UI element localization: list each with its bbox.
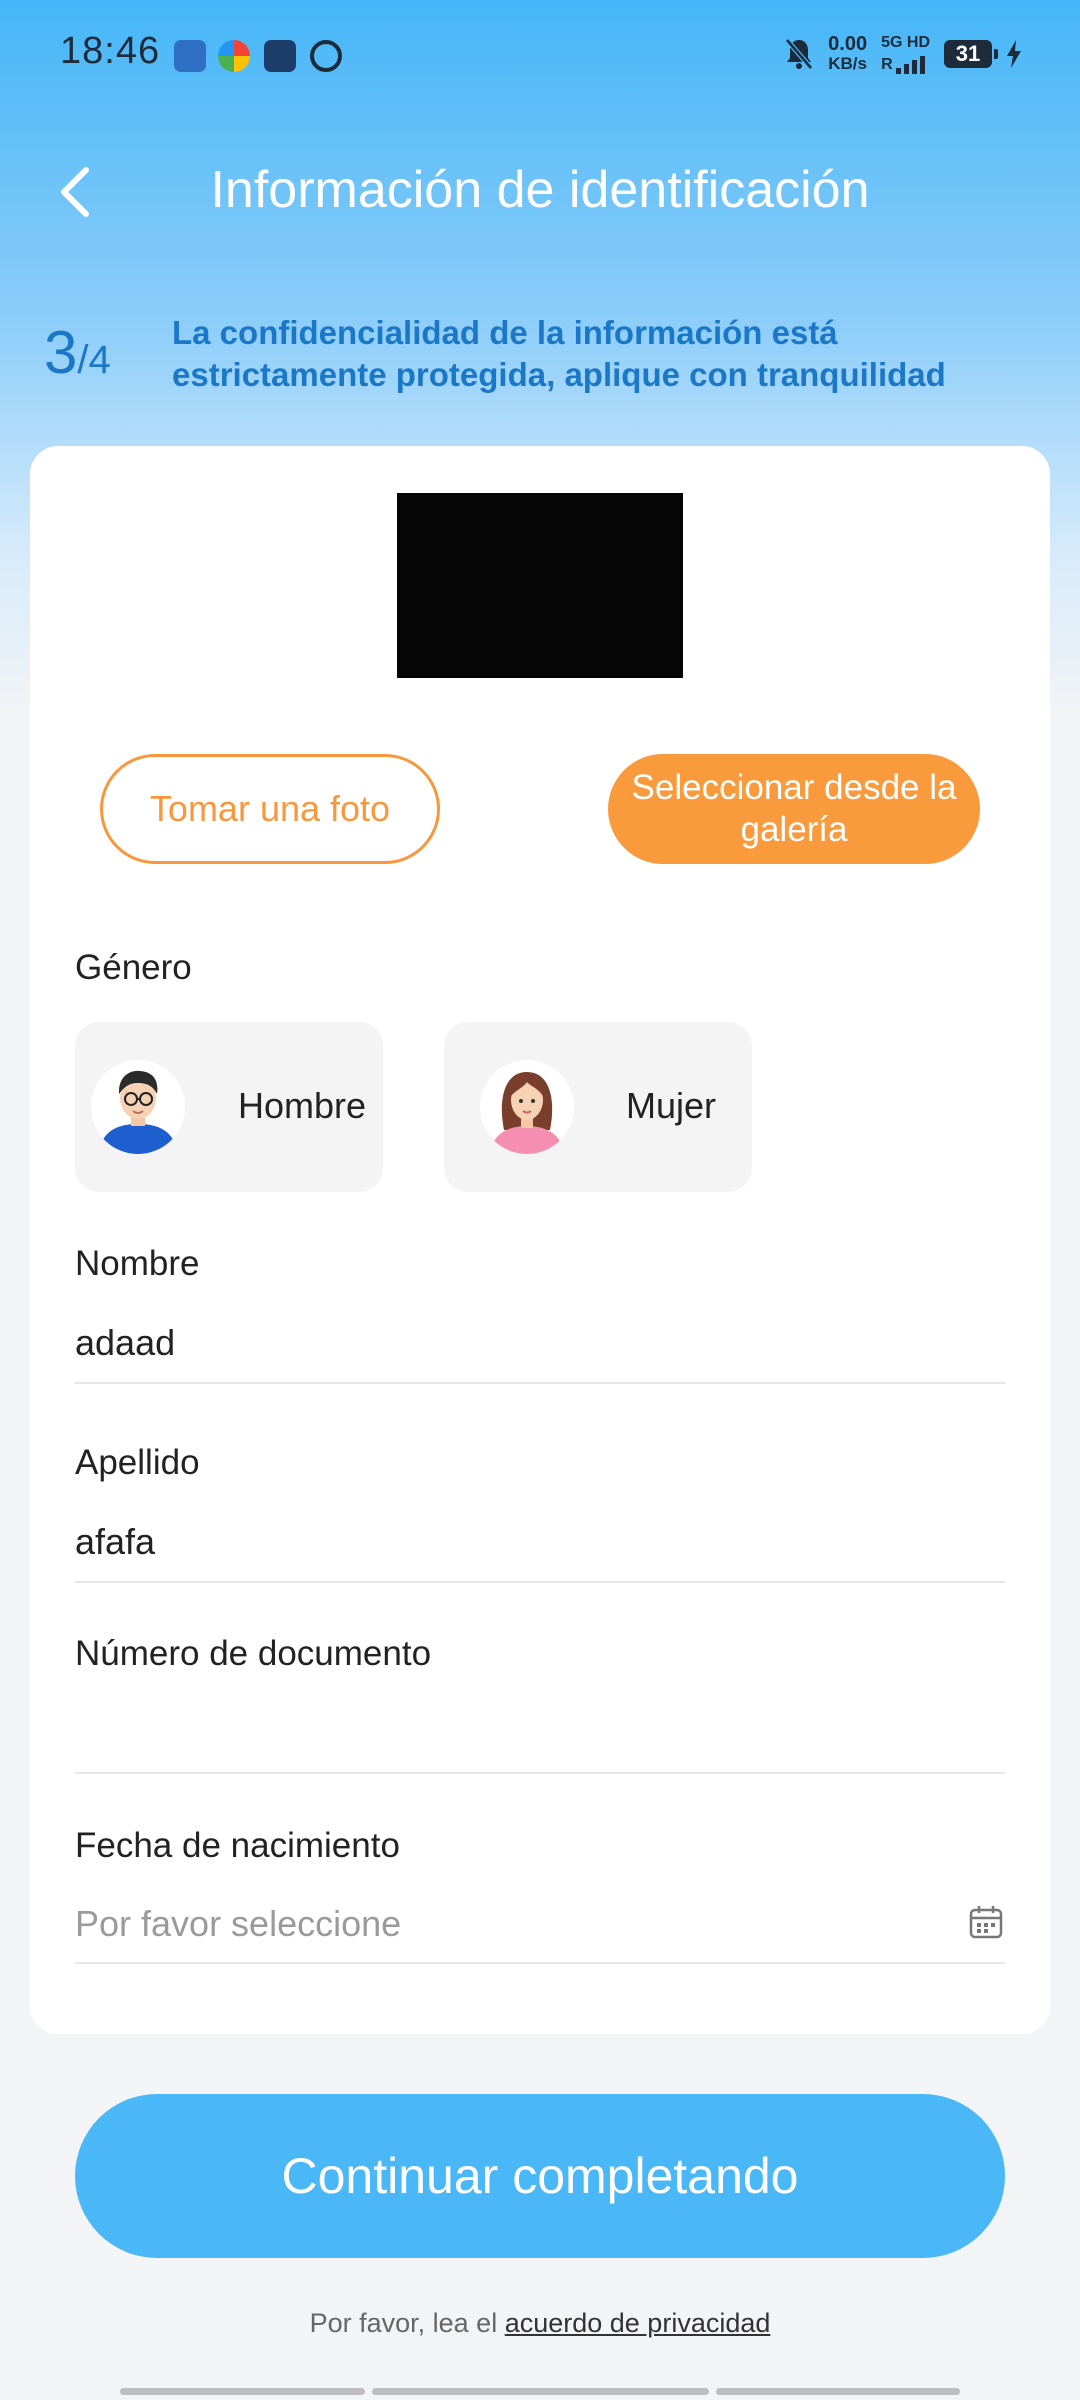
calendar-icon[interactable] [968,1904,1004,1945]
gender-option-male[interactable]: Hombre [75,1022,383,1192]
first-name-input[interactable]: adaad [75,1322,175,1364]
document-number-input[interactable] [75,1710,1005,1760]
nav-handle-left[interactable] [120,2388,365,2395]
last-name-underline [75,1581,1005,1583]
net-speed: 0.00 KB/s [828,33,868,73]
document-number-underline [75,1772,1005,1774]
app-notification-icon [174,40,206,72]
birth-date-label: Fecha de nacimiento [75,1826,400,1865]
privacy-agreement-link[interactable]: acuerdo de privacidad [505,2308,771,2338]
first-name-label: Nombre [75,1244,200,1283]
privacy-notice: La confidencialidad de la información es… [172,314,946,393]
signal-indicator: 5G HD R [881,34,930,74]
male-avatar-icon [91,1060,185,1154]
select-gallery-button[interactable]: Seleccionar desde la galería [608,754,980,864]
female-avatar-icon [480,1060,574,1154]
mute-bell-icon [785,38,814,70]
battery-indicator: 31 [944,40,998,68]
document-number-label: Número de documento [75,1634,432,1673]
mail-notification-icon [264,40,296,72]
step-current: 3 [44,319,78,386]
birth-date-input[interactable]: Por favor seleccione [75,1903,955,1945]
take-photo-button[interactable]: Tomar una foto [100,754,440,864]
step-total: /4 [77,338,111,382]
first-name-underline [75,1382,1005,1384]
page-title: Información de identificación [210,161,870,219]
last-name-label: Apellido [75,1443,200,1482]
nav-handle-center[interactable] [372,2388,709,2395]
privacy-prefix: Por favor, lea el [309,2308,505,2338]
signal-bars-icon [895,52,925,74]
charging-bolt-icon [1007,40,1021,68]
privacy-footer: Por favor, lea el acuerdo de privacidad [0,2308,1080,2339]
status-indicators: 0.00 KB/s 5G HD R 31 [784,34,1022,74]
last-name-input[interactable]: afafa [75,1521,155,1563]
step-indicator: 3/4 [44,318,111,387]
nav-handle-right[interactable] [716,2388,960,2395]
male-label: Hombre [238,1085,367,1126]
gender-option-female[interactable]: Mujer [444,1022,752,1192]
female-label: Mujer [626,1085,717,1126]
browser-notification-icon [218,40,250,72]
gender-label: Género [75,948,192,987]
form-card [30,446,1050,2034]
continue-button[interactable]: Continuar completando [75,2094,1005,2258]
birth-date-underline [75,1962,1005,1964]
id-photo-preview[interactable] [397,493,683,678]
status-time: 18:46 [60,30,161,72]
sync-notification-icon [310,40,342,72]
